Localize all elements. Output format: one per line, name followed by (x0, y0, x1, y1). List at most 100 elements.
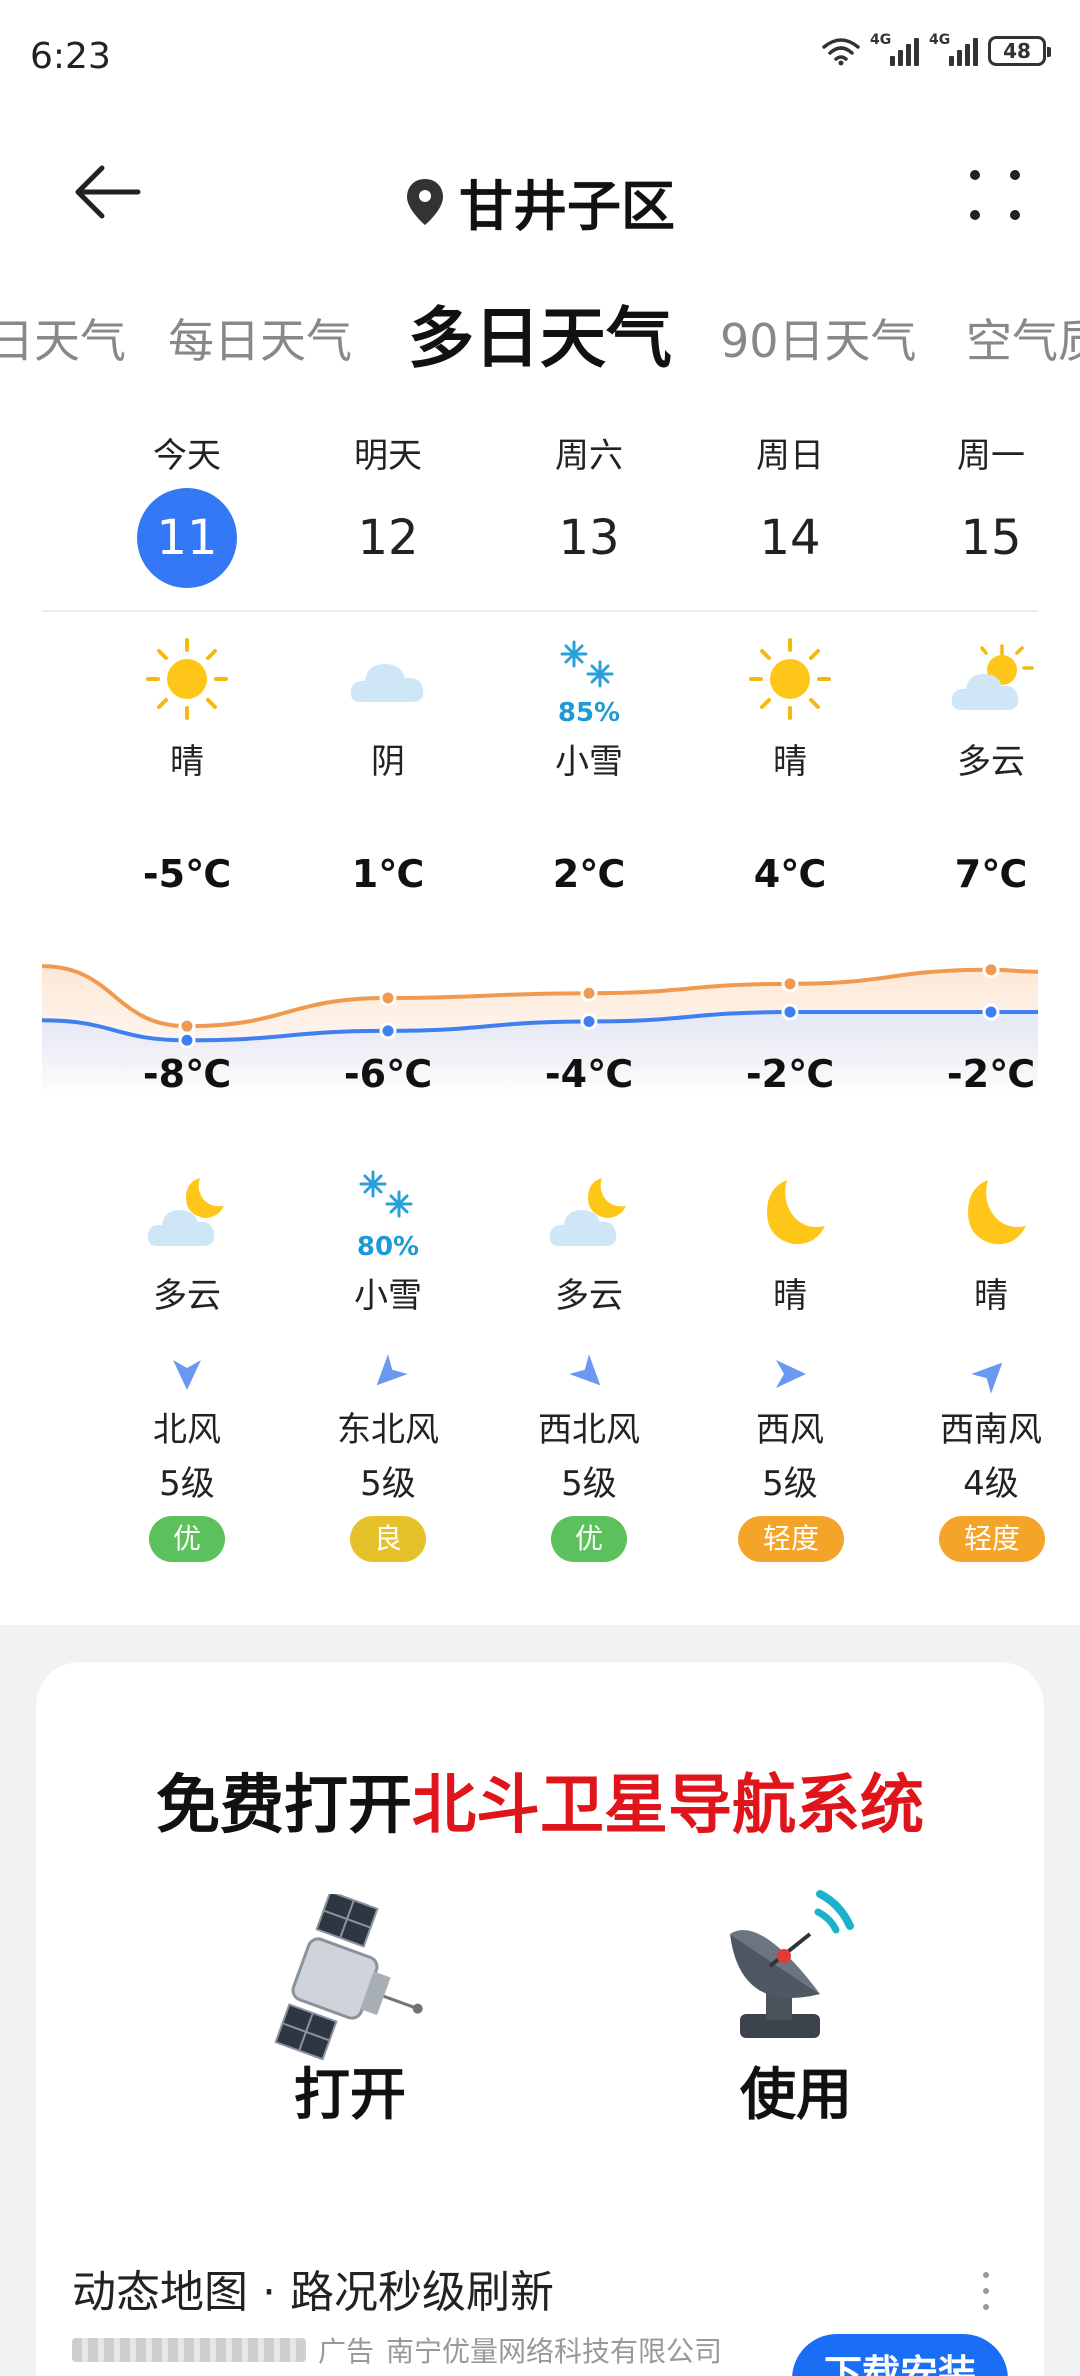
wind-level: 5级 (762, 1464, 818, 1504)
high-temp-point (580, 984, 598, 1002)
high-temp: 7℃ (954, 852, 1028, 896)
high-temp-point (379, 989, 397, 1007)
weekday-label: 周日 (756, 436, 824, 476)
weekday-label: 周一 (957, 436, 1025, 476)
date-number: 15 (960, 510, 1022, 566)
cloudy-night-icon (519, 1168, 659, 1258)
ad-label-open: 打开 (294, 2063, 406, 2128)
day-condition: 晴 (773, 742, 807, 782)
tab-hourly[interactable]: 日天气 (0, 305, 126, 371)
ad-title: 动态地图 · 路况秒级刷新 (72, 2267, 554, 2318)
high-temp: -5℃ (142, 852, 232, 896)
date-cell[interactable]: 13 (519, 488, 659, 588)
date-today[interactable]: 11 (117, 488, 257, 588)
low-temp: -4℃ (544, 1052, 634, 1096)
wind-level: 5级 (561, 1464, 617, 1504)
download-install-button[interactable]: 下载安装 (792, 2334, 1008, 2376)
ad-headline: 免费打开北斗卫星导航系统 (156, 1769, 924, 1843)
date-cell[interactable]: 14 (720, 488, 860, 588)
wind-direction-arrow-icon (921, 1354, 1061, 1398)
location-title[interactable]: 甘井子区 (0, 162, 1080, 241)
high-temp-point (781, 975, 799, 993)
ad-meta: 广告 南宁优量网络科技有限公司 (72, 2330, 722, 2370)
low-temp-point (580, 1012, 598, 1030)
low-temp-point (178, 1031, 196, 1049)
battery-icon: 48 (988, 36, 1051, 66)
tab-multi-day[interactable]: 多日天气 (408, 285, 672, 375)
moon-icon (921, 1168, 1061, 1258)
day-condition: 多云 (957, 742, 1025, 782)
low-temp: -6℃ (343, 1052, 433, 1096)
high-temp: 4℃ (753, 852, 827, 896)
aqi-badge[interactable]: 优 (149, 1516, 225, 1562)
wifi-icon (822, 38, 860, 66)
wind-level: 5级 (360, 1464, 416, 1504)
day-condition: 阴 (371, 742, 405, 782)
wind-direction: 西风 (756, 1410, 824, 1450)
night-condition: 小雪 (354, 1276, 422, 1316)
location-pin-icon (407, 178, 443, 225)
date-number: 14 (759, 510, 821, 566)
ad-menu-button[interactable] (980, 2272, 992, 2312)
day-condition: 小雪 (555, 742, 623, 782)
date-cell[interactable]: 15 (921, 488, 1061, 588)
satellite-icon (260, 1890, 440, 2074)
low-temp-point (379, 1022, 397, 1040)
sun-icon (720, 634, 860, 724)
high-temp-point (982, 961, 1000, 979)
location-name: 甘井子区 (459, 175, 675, 238)
ad-company: 南宁优量网络科技有限公司 (386, 2335, 723, 2368)
night-condition: 多云 (555, 1276, 623, 1316)
wind-direction-arrow-icon (720, 1354, 860, 1398)
day-condition: 晴 (170, 742, 204, 782)
night-condition: 多云 (153, 1276, 221, 1316)
high-temp: 1℃ (351, 852, 425, 896)
date-cell[interactable]: 12 (318, 488, 458, 588)
wind-direction: 西南风 (940, 1410, 1042, 1450)
satellite-dish-icon (700, 1874, 880, 2054)
low-temp: -8℃ (142, 1052, 232, 1096)
tab-daily[interactable]: 每日天气 (168, 305, 352, 371)
status-bar: 6:23 4G 4G 48 (0, 0, 1080, 110)
wind-direction: 西北风 (538, 1410, 640, 1450)
precip-chance: 80% (356, 1232, 420, 1262)
wind-direction-arrow-icon (519, 1354, 659, 1398)
high-temp: 2℃ (552, 852, 626, 896)
aqi-badge[interactable]: 轻度 (939, 1516, 1045, 1562)
signal-icon-2: 4G (929, 32, 978, 66)
date-number: 11 (137, 488, 237, 588)
wind-direction-arrow-icon (117, 1354, 257, 1398)
ad-tag: 广告 (318, 2335, 375, 2368)
tab-90-day[interactable]: 90日天气 (720, 305, 917, 371)
night-condition: 晴 (773, 1276, 807, 1316)
status-time: 6:23 (30, 36, 111, 77)
divider (42, 610, 1038, 612)
wind-level: 4级 (963, 1464, 1019, 1504)
header: 甘井子区 (0, 140, 1080, 250)
ad-app-name-blurred (72, 2338, 306, 2362)
moon-icon (720, 1168, 860, 1258)
wind-direction: 北风 (153, 1410, 221, 1450)
aqi-badge[interactable]: 轻度 (738, 1516, 844, 1562)
aqi-badge[interactable]: 良 (350, 1516, 426, 1562)
sun-icon (117, 634, 257, 724)
wind-level: 5级 (159, 1464, 215, 1504)
weekday-label: 周六 (555, 436, 623, 476)
precip-chance: 85% (557, 698, 621, 728)
cloudy-night-icon (117, 1168, 257, 1258)
wind-direction-arrow-icon (318, 1354, 458, 1398)
aqi-badge[interactable]: 优 (551, 1516, 627, 1562)
low-temp: -2℃ (745, 1052, 835, 1096)
night-condition: 晴 (974, 1276, 1008, 1316)
forecast-tabs: 日天气 每日天气 多日天气 90日天气 空气质 (0, 285, 1080, 375)
date-number: 12 (357, 510, 419, 566)
status-icons: 4G 4G 48 (822, 32, 1051, 66)
more-menu-button[interactable] (968, 168, 1022, 222)
high-temp-point (178, 1017, 196, 1035)
ad-card[interactable]: 免费打开北斗卫星导航系统 打开 使用 动态地图 · 路况秒级刷新 广告 南宁优量… (36, 1662, 1044, 2376)
date-number: 13 (558, 510, 620, 566)
low-temp: -2℃ (946, 1052, 1036, 1096)
overcast-icon (318, 634, 458, 724)
ad-label-use: 使用 (740, 2063, 852, 2128)
tab-air-quality[interactable]: 空气质 (966, 305, 1080, 371)
